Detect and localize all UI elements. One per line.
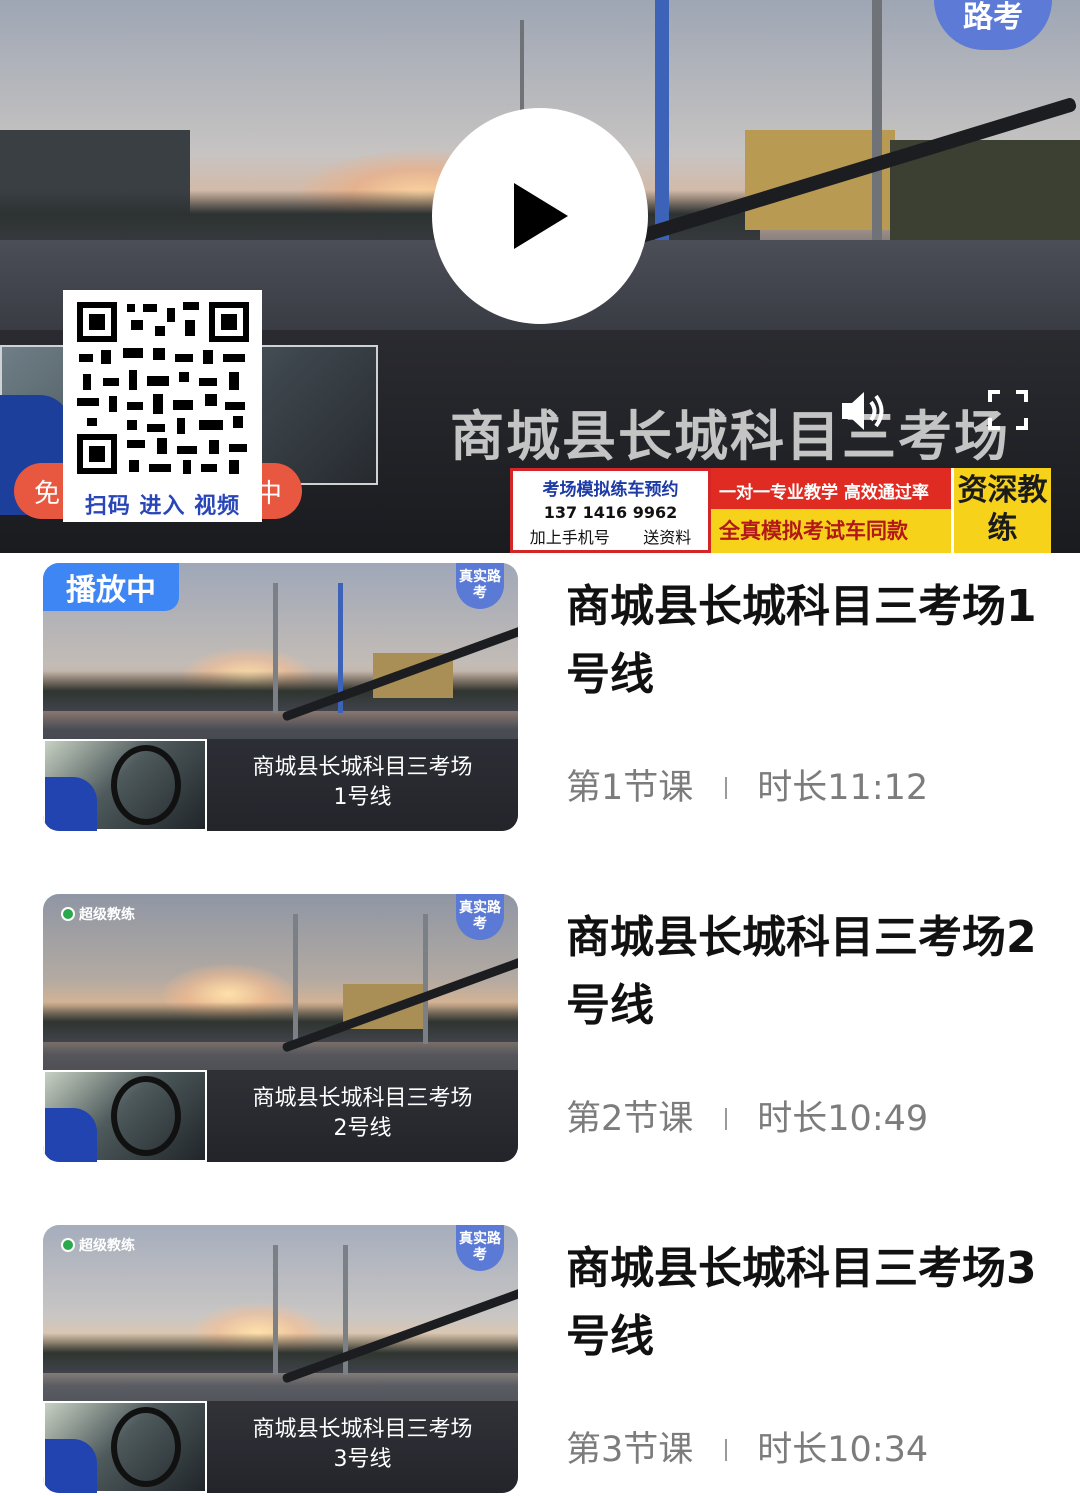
lesson-section: 第1节课: [566, 768, 694, 808]
thumb-driver-arm: [45, 1108, 97, 1162]
now-playing-tag: 播放中: [43, 563, 179, 611]
teaching-ad-line2: 全真模拟考试车同款: [719, 519, 908, 543]
thumb-caption-line2: 3号线: [333, 1447, 392, 1472]
play-button[interactable]: [432, 108, 648, 324]
qr-caption: 扫码 进入 视频: [84, 494, 241, 519]
play-icon: [514, 183, 568, 249]
thumb-driver-inset: [43, 1070, 207, 1162]
thumb-driver-arm: [45, 777, 97, 831]
video-overlay-title: 商城县长城科目三考场: [450, 405, 1010, 468]
lesson-thumbnail[interactable]: 商城县长城科目三考场 1号线 真实路考 播放中: [43, 563, 518, 831]
thumb-caption-line1: 商城县长城科目三考场: [252, 755, 473, 780]
steering-wheel-icon: [111, 745, 181, 825]
booking-ad-gift: 送资料: [643, 528, 692, 547]
thumb-caption-line1: 商城县长城科目三考场: [252, 1417, 473, 1442]
thumb-driver-arm: [45, 1439, 97, 1493]
real-road-exam-badge: 真实路考: [456, 1225, 504, 1271]
thumb-trees: [43, 1333, 518, 1373]
thumb-pole: [273, 1245, 278, 1375]
lesson-thumbnail[interactable]: 商城县长城科目三考场 2号线 真实路考 超级教练: [43, 894, 518, 1162]
lesson-item[interactable]: 商城县长城科目三考场 2号线 真实路考 超级教练 商城县长城科目三考场2号线 第…: [0, 886, 1080, 1162]
lesson-meta: 第3节课 时长10:34: [566, 1421, 928, 1472]
lesson-thumbnail[interactable]: 商城县长城科目三考场 3号线 真实路考 超级教练: [43, 1225, 518, 1493]
booking-ad-title: 考场模拟练车预约: [542, 480, 679, 500]
qr-code-card[interactable]: 扫码 进入 视频: [63, 290, 262, 522]
thumb-caption: 商城县长城科目三考场 3号线: [207, 1415, 518, 1475]
lesson-meta: 第1节课 时长11:12: [566, 759, 928, 810]
booking-ad-phone: 137 1416 9962: [543, 503, 678, 522]
thumb-caption: 商城县长城科目三考场 1号线: [207, 753, 518, 813]
video-player[interactable]: 路考 商城县长城科目三考场 免 中 扫码 进入 视频 考场模拟练车预约 137 …: [0, 0, 1080, 553]
thumb-caption-line1: 商城县长城科目三考场: [252, 1086, 473, 1111]
booking-ad-note: 加上手机号: [529, 528, 610, 547]
lesson-item[interactable]: 商城县长城科目三考场 1号线 真实路考 播放中 商城县长城科目三考场1号线 第1…: [0, 555, 1080, 831]
thumb-caption-line2: 2号线: [333, 1116, 392, 1141]
teaching-ad-banner[interactable]: 一对一专业教学 高效通过率 全真模拟考试车同款: [711, 468, 951, 553]
fullscreen-icon[interactable]: [988, 390, 1028, 430]
brand-watermark: 超级教练: [61, 1235, 135, 1255]
meta-divider: [725, 1438, 728, 1461]
lesson-title[interactable]: 商城县长城科目三考场2号线: [566, 904, 1046, 1040]
scene-pole: [872, 0, 882, 240]
road-exam-badge: 路考: [934, 0, 1052, 50]
brand-logo-icon: [61, 1238, 75, 1252]
brand-logo-icon: [61, 907, 75, 921]
real-road-exam-badge: 真实路考: [456, 563, 504, 609]
brand-text: 超级教练: [79, 907, 135, 923]
senior-coach-tag: 资深教练: [951, 468, 1051, 553]
promo-pill-left-text: 免: [34, 478, 61, 509]
lesson-title[interactable]: 商城县长城科目三考场3号线: [566, 1235, 1046, 1371]
meta-divider: [725, 1107, 728, 1130]
teaching-ad-line1: 一对一专业教学 高效通过率: [719, 483, 929, 503]
steering-wheel-icon: [111, 1407, 181, 1487]
thumb-caption-line2: 1号线: [333, 785, 392, 810]
thumb-pole: [273, 583, 278, 713]
thumb-trees: [43, 1002, 518, 1042]
lesson-meta: 第2节课 时长10:49: [566, 1090, 928, 1141]
lesson-title[interactable]: 商城县长城科目三考场1号线: [566, 573, 1046, 709]
steering-wheel-icon: [111, 1076, 181, 1156]
lesson-duration: 时长10:49: [757, 1099, 929, 1139]
thumb-caption: 商城县长城科目三考场 2号线: [207, 1084, 518, 1144]
qr-code-icon: [73, 298, 253, 478]
lesson-section: 第2节课: [566, 1099, 694, 1139]
lesson-duration: 时长10:34: [757, 1430, 929, 1470]
lesson-item[interactable]: 商城县长城科目三考场 3号线 真实路考 超级教练 商城县长城科目三考场3号线 第…: [0, 1217, 1080, 1493]
booking-ad[interactable]: 考场模拟练车预约 137 1416 9962 加上手机号 送资料: [510, 468, 711, 553]
meta-divider: [725, 776, 728, 799]
thumb-driver-inset: [43, 1401, 207, 1493]
brand-watermark: 超级教练: [61, 904, 135, 924]
real-road-exam-badge: 真实路考: [456, 894, 504, 940]
brand-text: 超级教练: [79, 1238, 135, 1254]
lesson-duration: 时长11:12: [757, 768, 929, 808]
lesson-section: 第3节课: [566, 1430, 694, 1470]
thumb-pole: [423, 914, 428, 1044]
thumb-driver-inset: [43, 739, 207, 831]
volume-icon[interactable]: [838, 388, 890, 434]
thumb-pole: [293, 914, 298, 1044]
